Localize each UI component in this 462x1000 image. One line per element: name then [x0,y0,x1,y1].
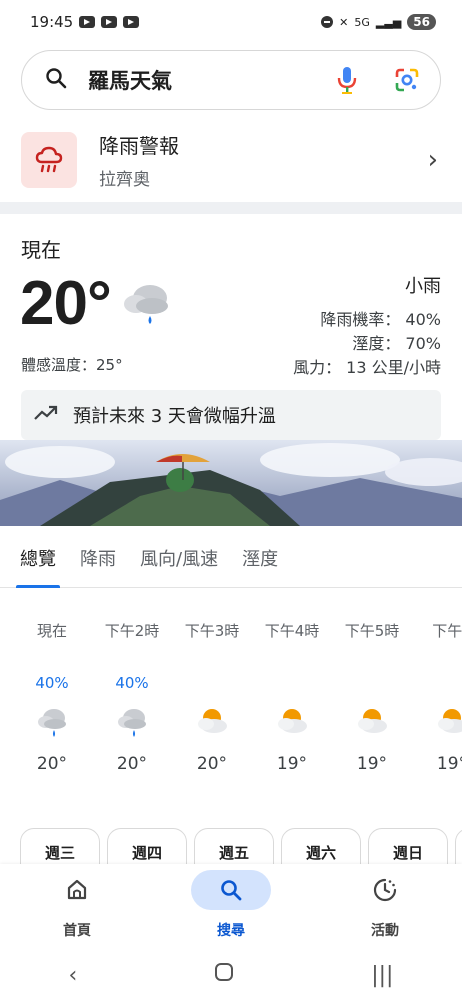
trend-card[interactable]: 預計未來 3 天會微幅升溫 [21,390,441,440]
nav-search[interactable]: 搜尋 [181,870,281,940]
home-button-icon[interactable] [214,962,234,988]
battery-indicator: 56 [407,14,436,30]
precip-percent [412,674,462,698]
recents-icon[interactable]: ||| [371,963,393,988]
hour-column: 現在 40% 20° [12,620,92,774]
current-label: 現在 [21,238,61,262]
alert-location: 拉齊奧 [99,170,150,190]
nav-home-label: 首頁 [63,923,91,939]
partly-cloudy-icon [172,706,252,740]
nav-home[interactable]: 首頁 [27,870,127,940]
youtube-notification-icon [101,16,118,28]
rain-cloud-icon [12,706,92,740]
system-navigation: ‹ ||| [0,950,462,1000]
status-left: 19:45 [30,13,140,31]
status-time: 19:45 [30,13,74,31]
hour-temp: 20° [196,754,228,774]
hour-label: 下午6 [432,622,462,640]
hour-temp: 19° [356,754,388,774]
weather-illustration [0,440,462,526]
rain-cloud-icon [92,706,172,740]
feels-like: 體感溫度：25° [21,356,123,374]
day-chip-sun[interactable]: 週日 [368,828,448,866]
hour-label: 下午3時 [184,622,240,640]
nav-activity-label: 活動 [371,923,399,939]
precip-percent: 40% [35,674,69,692]
bottom-navigation: 首頁 搜尋 活動 [0,864,462,950]
partly-cloudy-icon [252,706,332,740]
hourly-forecast[interactable]: 現在 40% 20° 下午2時 40% 20° 下午3時 20° 下午4時 19… [12,620,462,780]
weather-condition: 小雨 [405,276,441,297]
wind-speed: 風力： 13 公里/小時 [293,358,441,377]
nav-search-label: 搜尋 [217,923,245,939]
hour-column: 下午3時 20° [172,620,252,774]
precip-percent: 40% [115,674,149,692]
hour-label: 下午4時 [264,622,320,640]
activity-clock-icon [345,870,425,910]
partly-cloudy-icon [412,706,462,740]
day-chip-wed[interactable]: 週三 [20,828,100,866]
microphone-icon[interactable] [332,65,362,95]
daily-forecast-chips: 週三 週四 週五 週六 週日 [20,828,462,866]
rain-cloud-icon [120,280,172,334]
back-icon[interactable]: ‹ [68,963,77,988]
hour-temp: 20° [36,754,68,774]
search-bar[interactable]: 羅馬天氣 [21,50,441,110]
hour-temp: 19° [276,754,308,774]
hour-temp: 19° [436,754,462,774]
day-chip-sat[interactable]: 週六 [281,828,361,866]
search-icon [191,870,271,910]
tab-overview[interactable]: 總覽 [16,528,60,588]
google-lens-icon[interactable] [392,65,422,95]
weather-tabs: 總覽 降雨 風向/風速 溼度 [0,528,462,588]
section-divider [0,202,462,214]
precip-percent [332,674,412,698]
trend-text: 預計未來 3 天會微幅升溫 [73,406,276,427]
nav-activity[interactable]: 活動 [335,870,435,940]
tab-precipitation[interactable]: 降雨 [80,528,116,588]
tab-humidity[interactable]: 溼度 [242,528,278,588]
signal-icon: ▂▃▅ [375,15,402,29]
hour-column: 下午4時 19° [252,620,332,774]
mute-icon: ✕ [339,15,349,29]
alert-text: 降雨警報 拉齊奧 [99,130,428,190]
youtube-notification-icon [123,16,140,28]
current-temperature: 20° [20,269,112,338]
humidity: 溼度： 70% [352,334,441,353]
hour-label: 現在 [36,622,67,640]
hour-column: 下午5時 19° [332,620,412,774]
network-type: 5G [354,15,370,29]
precip-percent [172,674,252,698]
partly-cloudy-icon [332,706,412,740]
tab-wind[interactable]: 風向/風速 [140,528,218,588]
search-input[interactable]: 羅馬天氣 [88,65,332,95]
status-bar: 19:45 ✕ 5G ▂▃▅ 56 [0,0,462,44]
youtube-notification-icon [79,16,96,28]
day-chip-thu[interactable]: 週四 [107,828,187,866]
hour-column: 下午6 19° [412,620,462,774]
home-icon [37,870,117,910]
day-chip-more[interactable] [455,828,462,866]
precipitation-chance: 降雨機率： 40% [320,310,441,329]
hour-label: 下午5時 [344,622,400,640]
rain-alert-icon [21,132,77,188]
trending-up-icon [33,404,59,427]
alert-title: 降雨警報 [99,134,179,158]
dnd-icon [321,16,334,28]
rain-alert[interactable]: 降雨警報 拉齊奧 › [0,118,462,202]
status-right: ✕ 5G ▂▃▅ 56 [321,14,436,30]
hour-label: 下午2時 [104,622,160,640]
day-chip-fri[interactable]: 週五 [194,828,274,866]
hour-temp: 20° [116,754,148,774]
chevron-right-icon[interactable]: › [428,145,438,175]
precip-percent [252,674,332,698]
search-icon[interactable] [44,66,68,94]
hour-column: 下午2時 40% 20° [92,620,172,774]
